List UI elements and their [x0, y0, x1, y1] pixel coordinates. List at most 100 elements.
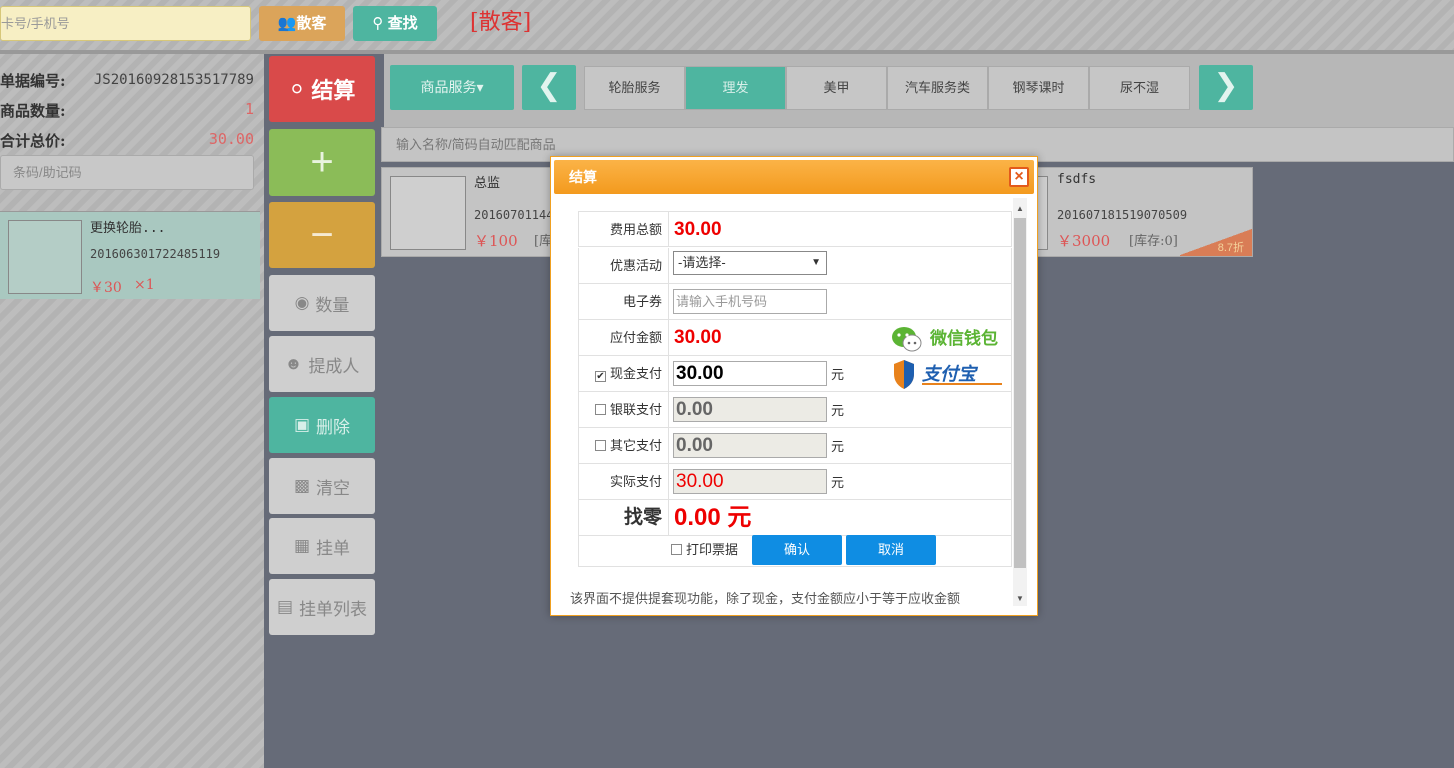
guest-button[interactable]: 👥散客	[259, 6, 345, 41]
unionpay-label: 银联支付	[609, 402, 662, 417]
item-count-value: 1	[244, 100, 254, 118]
category-tab[interactable]: 美甲	[786, 66, 887, 110]
archive-icon: ▩	[293, 476, 311, 495]
dialog-actions: 打印票据 确认 取消	[578, 535, 1012, 567]
users-icon: 👥	[277, 15, 297, 32]
card-phone-input[interactable]: 卡号/手机号	[0, 6, 251, 41]
plus-icon: +	[310, 140, 334, 184]
cart-item-price: ￥30	[90, 280, 122, 296]
increase-button[interactable]: +	[269, 129, 375, 196]
unionpay-row: 银联支付 0.00 元	[578, 392, 1012, 428]
commission-label: 提成人	[308, 356, 360, 376]
hold-list-label: 挂单列表	[299, 599, 368, 619]
wechat-bubble	[902, 334, 922, 352]
cart-item[interactable]: 更换轮胎... 201606301722485119 ￥30 ×1	[0, 211, 260, 299]
hold-label: 挂单	[316, 538, 351, 558]
print-receipt-label: 打印票据	[686, 542, 739, 557]
other-pay-row: 其它支付 0.00 元	[578, 428, 1012, 464]
discount-label: 8.7折	[1217, 242, 1244, 254]
promotion-row: 优惠活动 -请选择- ▼	[578, 248, 1012, 284]
category-tab[interactable]: 钢琴课时	[988, 66, 1089, 110]
scroll-thumb[interactable]	[1014, 218, 1026, 568]
cancel-button[interactable]: 取消	[846, 535, 936, 565]
product-card[interactable]: fsdfs 201607181519070509 ￥3000 [库存:0] 8.…	[1037, 167, 1253, 257]
close-icon[interactable]: ×	[1009, 167, 1029, 187]
prev-category-button[interactable]: ❮	[522, 65, 576, 110]
search-icon: ⚲	[372, 15, 384, 32]
change-value: 0.00 元	[674, 504, 752, 531]
actual-pay-value: 30.00	[673, 469, 827, 494]
cash-row: ✔ 现金支付 30.00 元 支付宝	[578, 356, 1012, 392]
trash-icon: ▣	[293, 415, 311, 434]
other-pay-checkbox[interactable]	[594, 440, 606, 451]
yen-icon: ⚪	[288, 78, 306, 101]
wechat-pay-button[interactable]: 微信钱包	[890, 322, 1008, 354]
guest-button-label: 散客	[296, 15, 327, 32]
actual-pay-label: 实际支付	[579, 464, 669, 499]
product-code: 20160701144	[474, 208, 554, 222]
promotion-selected: -请选择-	[678, 255, 726, 270]
barcode-input[interactable]: 条码/助记码	[0, 155, 254, 190]
chevron-left-icon: ❮	[536, 69, 562, 102]
item-count-label: 商品数量:	[0, 102, 66, 120]
total-fee-value: 30.00	[674, 219, 722, 240]
quantity-label: 数量	[315, 295, 350, 315]
dialog-title: 结算	[554, 160, 1034, 194]
promotion-select[interactable]: -请选择- ▼	[673, 251, 827, 275]
quantity-button[interactable]: ◉ 数量	[269, 275, 375, 331]
total-price-value: 30.00	[208, 130, 254, 148]
unionpay-checkbox[interactable]	[594, 404, 606, 415]
coupon-phone-input[interactable]: 请输入手机号码	[673, 289, 827, 314]
payable-value: 30.00	[674, 327, 722, 348]
checkout-label: 结算	[311, 78, 356, 103]
scroll-up-icon[interactable]: ▲	[1013, 202, 1027, 216]
bill-number-value: JS20160928153517789	[93, 72, 254, 88]
decrease-button[interactable]: −	[269, 202, 375, 268]
other-pay-amount-input[interactable]: 0.00	[673, 433, 827, 458]
product-name: fsdfs	[1057, 172, 1097, 187]
dialog-scrollbar[interactable]: ▲ ▼	[1013, 198, 1027, 606]
category-tab[interactable]: 汽车服务类	[887, 66, 988, 110]
delete-button[interactable]: ▣ 删除	[269, 397, 375, 453]
product-stock: [库存:0]	[1129, 234, 1178, 249]
product-price: ￥100	[474, 232, 518, 250]
category-tab[interactable]: 尿不湿	[1089, 66, 1190, 110]
unionpay-unit: 元	[831, 403, 845, 418]
scroll-down-icon[interactable]: ▼	[1013, 592, 1027, 606]
unionpay-amount-input[interactable]: 0.00	[673, 397, 827, 422]
promotion-label: 优惠活动	[579, 248, 669, 283]
search-button[interactable]: ⚲ 查找	[353, 6, 437, 41]
total-price-label: 合计总价:	[0, 132, 66, 150]
alipay-button[interactable]: 支付宝	[890, 358, 1008, 390]
print-receipt-option[interactable]: 打印票据	[671, 535, 738, 565]
category-dropdown[interactable]: 商品服务▾	[390, 65, 514, 110]
product-image	[1038, 176, 1048, 250]
hold-button[interactable]: ▦ 挂单	[269, 518, 375, 574]
category-tab[interactable]: 理发	[685, 66, 786, 110]
dashboard-icon: ◉	[294, 293, 310, 312]
total-fee-label: 费用总额	[579, 212, 669, 247]
change-row: 找零 0.00 元	[578, 500, 1012, 536]
product-name: 总监	[474, 176, 501, 191]
coupon-label: 电子券	[579, 284, 669, 319]
total-fee-row: 费用总额 30.00	[578, 211, 1012, 247]
cash-label: 现金支付	[609, 366, 662, 381]
clear-button[interactable]: ▩ 清空	[269, 458, 375, 514]
commission-button[interactable]: ☻ 提成人	[269, 336, 375, 392]
cart-item-image	[8, 220, 82, 294]
clear-label: 清空	[316, 478, 351, 498]
coupon-row: 电子券 请输入手机号码	[578, 284, 1012, 320]
confirm-button[interactable]: 确认	[752, 535, 842, 565]
cash-label-cell: ✔ 现金支付	[579, 356, 669, 391]
wechat-text: 微信钱包	[929, 328, 998, 349]
next-category-button[interactable]: ❯	[1199, 65, 1253, 110]
bill-number-label: 单据编号:	[0, 72, 66, 90]
total-price-row: 合计总价: 30.00	[0, 130, 260, 156]
cash-amount-input[interactable]: 30.00	[673, 361, 827, 386]
print-receipt-checkbox[interactable]	[671, 544, 682, 555]
category-tab[interactable]: 轮胎服务	[584, 66, 685, 110]
payable-row: 应付金额 30.00 微信钱包	[578, 320, 1012, 356]
cash-checkbox[interactable]: ✔	[594, 371, 606, 382]
hold-list-button[interactable]: ▤ 挂单列表	[269, 579, 375, 635]
checkout-button[interactable]: ⚪ 结算	[269, 56, 375, 122]
